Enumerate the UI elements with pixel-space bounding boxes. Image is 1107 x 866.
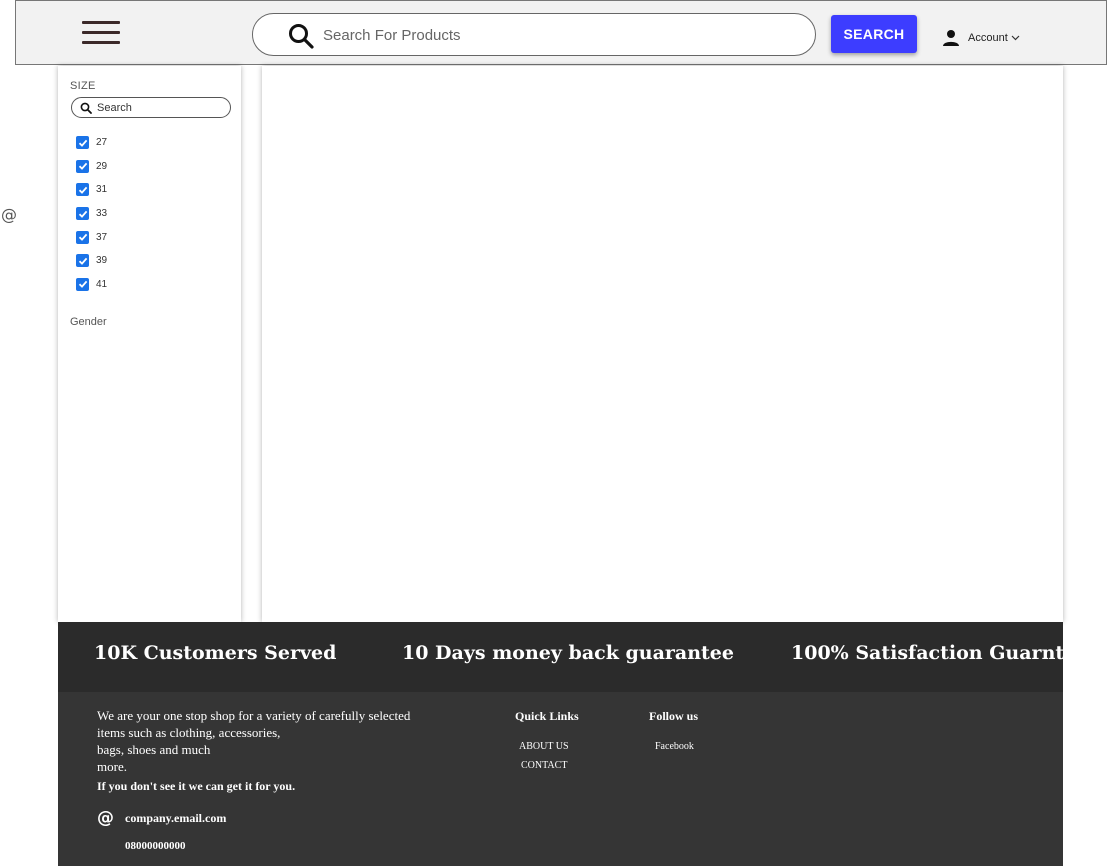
stat-money-back: 10 Days money back guarantee — [402, 642, 734, 664]
size-option-29[interactable]: 29 — [76, 155, 107, 179]
footer-tagline: If you don't see it we can get it for yo… — [97, 779, 296, 793]
checkbox-checked-icon[interactable] — [76, 277, 89, 291]
product-search-input[interactable] — [323, 22, 793, 48]
email-icon: @ — [97, 808, 114, 828]
contact-email: @ company.email.com — [97, 808, 226, 828]
search-button[interactable]: SEARCH — [831, 15, 917, 53]
size-filter-search-input[interactable] — [97, 101, 225, 115]
size-options-list: 27 29 31 33 37 39 41 — [76, 131, 107, 296]
chevron-down-icon — [1011, 35, 1020, 41]
checkbox-checked-icon[interactable] — [76, 230, 89, 244]
size-option-39[interactable]: 39 — [76, 249, 107, 273]
size-option-label: 33 — [96, 208, 108, 220]
hamburger-menu-icon[interactable] — [82, 21, 120, 45]
account-menu[interactable]: Account — [942, 27, 1020, 49]
about-line: more. — [97, 759, 127, 774]
product-results-panel — [262, 66, 1063, 622]
top-header: SEARCH Account — [15, 0, 1107, 65]
size-option-label: 41 — [96, 278, 108, 290]
about-line: bags, shoes and much — [97, 742, 211, 757]
size-filter-title: SIZE — [70, 80, 96, 92]
checkbox-checked-icon[interactable] — [76, 207, 89, 221]
checkbox-checked-icon[interactable] — [76, 254, 89, 268]
about-text: We are your one stop shop for a variety … — [97, 707, 467, 775]
quick-links-title: Quick Links — [515, 709, 579, 723]
search-icon — [289, 24, 314, 49]
contact-link[interactable]: CONTACT — [521, 760, 567, 771]
search-icon — [80, 102, 92, 114]
size-option-33[interactable]: 33 — [76, 202, 107, 226]
size-option-37[interactable]: 37 — [76, 225, 107, 249]
size-option-label: 37 — [96, 231, 108, 243]
site-footer: We are your one stop shop for a variety … — [58, 692, 1063, 866]
follow-us-title: Follow us — [649, 709, 699, 723]
checkbox-checked-icon[interactable] — [76, 159, 89, 173]
user-icon — [943, 30, 959, 46]
size-option-label: 31 — [96, 184, 108, 196]
stat-customers-served: 10K Customers Served — [94, 642, 337, 664]
stray-at-symbol: @ — [1, 205, 17, 224]
size-option-41[interactable]: 41 — [76, 273, 107, 297]
size-option-label: 39 — [96, 255, 108, 267]
email-address: company.email.com — [125, 810, 227, 825]
facebook-link[interactable]: Facebook — [655, 741, 694, 752]
size-filter-search[interactable] — [71, 97, 231, 118]
stat-satisfaction: 100% Satisfaction Guarnteed — [791, 642, 1102, 664]
size-option-label: 29 — [96, 160, 108, 172]
size-option-27[interactable]: 27 — [76, 131, 107, 155]
about-us-link[interactable]: ABOUT US — [519, 741, 569, 752]
about-line: We are your one stop shop for a variety … — [97, 708, 411, 723]
checkbox-checked-icon[interactable] — [76, 136, 89, 150]
stats-band: 10K Customers Served 10 Days money back … — [58, 622, 1102, 692]
account-label: Account — [968, 32, 1008, 44]
checkbox-checked-icon[interactable] — [76, 183, 89, 197]
filter-sidebar: SIZE 27 29 31 33 37 39 — [58, 66, 241, 622]
size-option-label: 27 — [96, 137, 108, 149]
about-line: items such as clothing, accessories, — [97, 725, 281, 740]
size-option-31[interactable]: 31 — [76, 178, 107, 202]
product-search-bar[interactable] — [252, 13, 816, 56]
gender-filter-title[interactable]: Gender — [70, 316, 107, 328]
phone-number: 08000000000 — [125, 840, 186, 852]
